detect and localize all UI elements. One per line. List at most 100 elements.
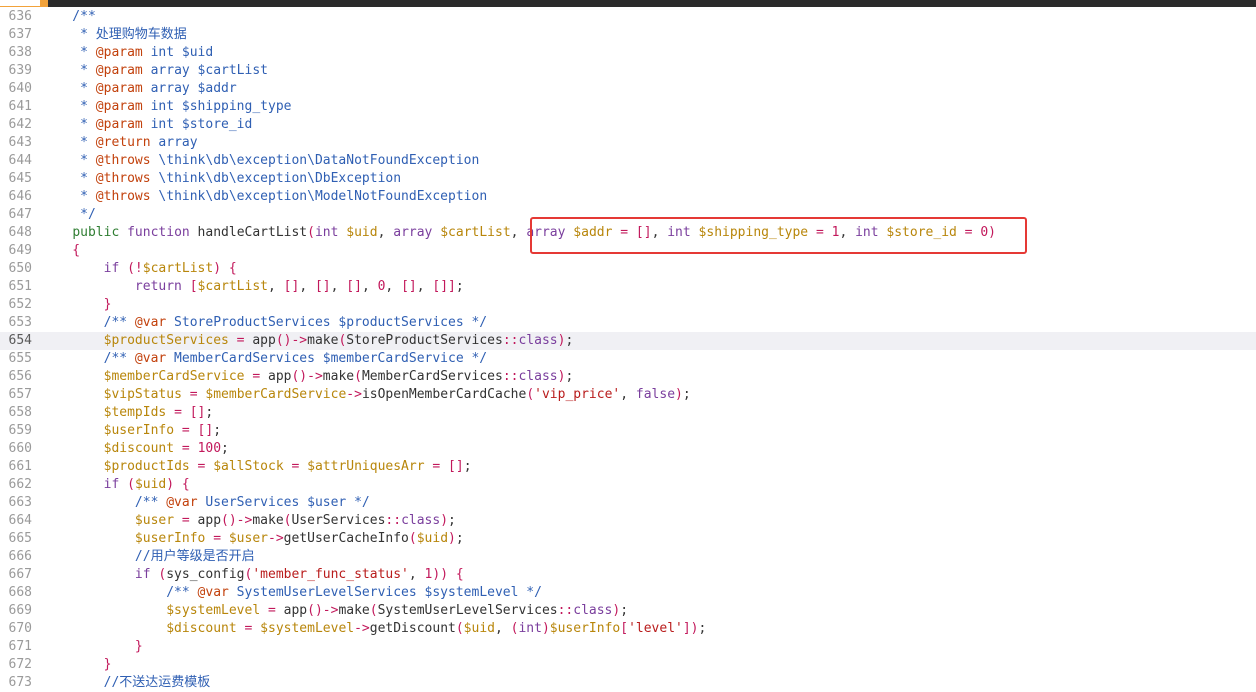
code-line[interactable]: 638 * @param int $uid xyxy=(0,44,1256,62)
code-line[interactable]: 640 * @param array $addr xyxy=(0,80,1256,98)
code-text[interactable]: /** xyxy=(41,8,96,26)
code-line[interactable]: 650 if (!$cartList) { xyxy=(0,260,1256,278)
code-text[interactable]: * 处理购物车数据 xyxy=(41,26,187,44)
code-text[interactable]: /** @var SystemUserLevelServices $system… xyxy=(41,584,542,602)
code-token: $userInfo xyxy=(549,621,621,636)
code-text[interactable]: return [$cartList, [], [], [], 0, [], []… xyxy=(41,278,464,296)
code-token: @param xyxy=(95,81,143,96)
code-line[interactable]: 637 * 处理购物车数据 xyxy=(0,26,1256,44)
code-token: if xyxy=(103,477,120,492)
code-line[interactable]: 666 //用户等级是否开启 xyxy=(0,548,1256,566)
code-text[interactable]: * @param int $store_id xyxy=(41,116,252,134)
code-text[interactable]: /** @var StoreProductServices $productSe… xyxy=(41,314,488,332)
code-text[interactable]: /** @var UserServices $user */ xyxy=(41,494,370,512)
code-line[interactable]: 654 $productServices = app()->make(Store… xyxy=(0,332,1256,350)
code-text[interactable]: if ($uid) { xyxy=(41,476,190,494)
line-number: 644 xyxy=(8,153,32,168)
code-text[interactable]: } xyxy=(41,638,143,656)
code-text[interactable]: $productServices = app()->make(StoreProd… xyxy=(41,332,574,350)
code-line[interactable]: 645 * @throws \think\db\exception\DbExce… xyxy=(0,170,1256,188)
code-token: app xyxy=(197,513,222,528)
code-text[interactable]: * @return array xyxy=(41,134,197,152)
code-line[interactable]: 668 /** @var SystemUserLevelServices $sy… xyxy=(0,584,1256,602)
code-line[interactable]: 655 /** @var MemberCardServices $memberC… xyxy=(0,350,1256,368)
code-text[interactable]: * @throws \think\db\exception\ModelNotFo… xyxy=(41,188,487,206)
code-token: ) xyxy=(440,513,449,528)
code-text[interactable]: $userInfo = $user->getUserCacheInfo($uid… xyxy=(41,530,464,548)
code-text[interactable]: $user = app()->make(UserServices::class)… xyxy=(41,512,456,530)
code-line[interactable]: 656 $memberCardService = app()->make(Mem… xyxy=(0,368,1256,386)
code-line[interactable]: 661 $productIds = $allStock = $attrUniqu… xyxy=(0,458,1256,476)
code-text[interactable]: * @throws \think\db\exception\DbExceptio… xyxy=(41,170,401,188)
code-token: @throws xyxy=(95,153,151,168)
code-token: ; xyxy=(448,513,456,528)
code-token: make xyxy=(307,333,339,348)
code-line[interactable]: 664 $user = app()->make(UserServices::cl… xyxy=(0,512,1256,530)
code-line[interactable]: 659 $userInfo = []; xyxy=(0,422,1256,440)
code-text[interactable]: //用户等级是否开启 xyxy=(41,548,255,566)
code-token: MemberCardServices xyxy=(361,369,503,384)
code-token: @var xyxy=(166,495,198,510)
code-token: $discount xyxy=(166,621,237,636)
code-token: SystemUserLevelServices $systemLevel */ xyxy=(228,585,542,600)
code-token: $vipStatus xyxy=(103,387,182,402)
code-line[interactable]: 671 } xyxy=(0,638,1256,656)
code-line[interactable]: 657 $vipStatus = $memberCardService->isO… xyxy=(0,386,1256,404)
code-line[interactable]: 670 $discount = $systemLevel->getDiscoun… xyxy=(0,620,1256,638)
code-text[interactable]: $vipStatus = $memberCardService->isOpenM… xyxy=(41,386,691,404)
code-text[interactable]: */ xyxy=(41,206,96,224)
code-text[interactable]: //不送达运费模板 xyxy=(41,674,211,692)
code-text[interactable]: * @param array $addr xyxy=(41,80,237,98)
code-token: /** xyxy=(41,495,167,510)
code-line[interactable]: 660 $discount = 100; xyxy=(0,440,1256,458)
code-text[interactable]: /** @var MemberCardServices $memberCardS… xyxy=(41,350,488,368)
code-text[interactable]: * @param array $cartList xyxy=(41,62,268,80)
code-line[interactable]: 672 } xyxy=(0,656,1256,674)
code-text[interactable]: if (!$cartList) { xyxy=(41,260,237,278)
code-token: \think\db\exception\DbException xyxy=(150,171,402,186)
code-line[interactable]: 644 * @throws \think\db\exception\DataNo… xyxy=(0,152,1256,170)
code-line[interactable]: 663 /** @var UserServices $user */ xyxy=(0,494,1256,512)
code-line[interactable]: 646 * @throws \think\db\exception\ModelN… xyxy=(0,188,1256,206)
code-token: ; xyxy=(455,531,464,546)
code-text[interactable]: $discount = $systemLevel->getDiscount($u… xyxy=(41,620,706,638)
code-text[interactable]: $userInfo = []; xyxy=(41,422,221,440)
code-line[interactable]: 643 * @return array xyxy=(0,134,1256,152)
code-line[interactable]: 636 /** xyxy=(0,8,1256,26)
code-line[interactable]: 642 * @param int $store_id xyxy=(0,116,1256,134)
line-number: 639 xyxy=(8,63,32,78)
code-token: $cartList xyxy=(440,225,511,240)
code-line[interactable]: 667 if (sys_config('member_func_status',… xyxy=(0,566,1256,584)
code-line[interactable]: 658 $tempIds = []; xyxy=(0,404,1256,422)
code-token: @param xyxy=(95,117,143,132)
code-line[interactable]: 641 * @param int $shipping_type xyxy=(0,98,1256,116)
code-text[interactable]: $productIds = $allStock = $attrUniquesAr… xyxy=(41,458,472,476)
code-line[interactable]: 673 //不送达运费模板 xyxy=(0,674,1256,692)
code-token: $cartList xyxy=(142,261,214,276)
code-text[interactable]: * @param int $uid xyxy=(41,44,213,62)
code-line[interactable]: 652 } xyxy=(0,296,1256,314)
code-text[interactable]: * @throws \think\db\exception\DataNotFou… xyxy=(41,152,479,170)
code-line[interactable]: 662 if ($uid) { xyxy=(0,476,1256,494)
code-token: ; xyxy=(455,279,464,294)
code-text[interactable]: } xyxy=(41,296,112,314)
code-text[interactable]: * @param int $shipping_type xyxy=(41,98,291,116)
code-text[interactable]: $discount = 100; xyxy=(41,440,229,458)
code-line[interactable]: 639 * @param array $cartList xyxy=(0,62,1256,80)
code-line[interactable]: 651 return [$cartList, [], [], [], 0, []… xyxy=(0,278,1256,296)
code-text[interactable]: } xyxy=(41,656,112,674)
code-text[interactable]: $systemLevel = app()->make(SystemUserLev… xyxy=(41,602,628,620)
code-line[interactable]: 653 /** @var StoreProductServices $produ… xyxy=(0,314,1256,332)
code-token: * xyxy=(41,45,96,60)
code-text[interactable]: $memberCardService = app()->make(MemberC… xyxy=(41,368,574,386)
code-text[interactable]: if (sys_config('member_func_status', 1))… xyxy=(41,566,464,584)
code-line[interactable]: 665 $userInfo = $user->getUserCacheInfo(… xyxy=(0,530,1256,548)
code-token: = [] xyxy=(166,405,206,420)
code-text[interactable]: $tempIds = []; xyxy=(41,404,214,422)
code-line[interactable]: 669 $systemLevel = app()->make(SystemUse… xyxy=(0,602,1256,620)
code-text[interactable]: { xyxy=(41,242,80,260)
code-editor[interactable]: 636 /** 637 * 处理购物车数据 638 * @param int $ui… xyxy=(0,8,1256,691)
code-token: = [] xyxy=(424,459,464,474)
code-token: :: xyxy=(385,513,402,528)
